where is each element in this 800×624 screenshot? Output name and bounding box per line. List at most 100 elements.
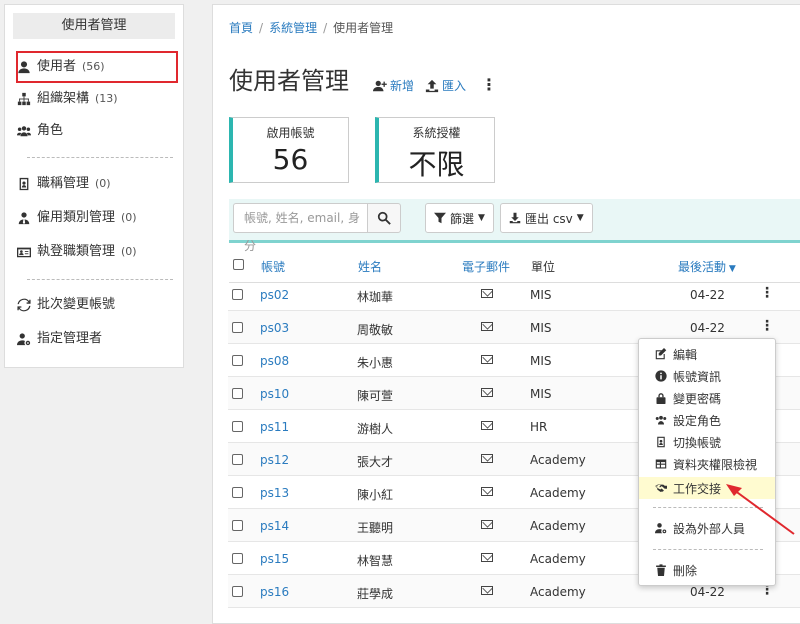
- col-last-active[interactable]: 最後活動 ▼: [678, 258, 736, 275]
- search-button[interactable]: [367, 203, 401, 233]
- row-checkbox[interactable]: [232, 454, 243, 465]
- envelope-icon[interactable]: [481, 355, 493, 364]
- export-csv-button[interactable]: 匯出 csv ▼: [500, 203, 593, 233]
- envelope-icon[interactable]: [481, 289, 493, 298]
- table-row[interactable]: ps02 林珈華 MIS 04-22 ⋮: [228, 278, 800, 311]
- table-toolbar: 帳號, 姓名, email, 身分 篩選 ▼ 匯出 csv ▼: [229, 199, 800, 253]
- user-name: 陳可萱: [357, 389, 394, 403]
- user-unit: Academy: [530, 552, 586, 566]
- sidebar-item-assign-admin[interactable]: 指定管理者: [17, 329, 102, 349]
- account-link[interactable]: ps02: [260, 288, 289, 302]
- edit-icon: [655, 348, 667, 360]
- envelope-icon[interactable]: [481, 421, 493, 430]
- sitemap-icon: [17, 92, 31, 106]
- sidebar-item-label: 批次變更帳號: [37, 297, 116, 312]
- more-options-icon[interactable]: ⋮: [481, 77, 497, 93]
- menu-set-role[interactable]: 設定角色: [639, 409, 775, 431]
- row-menu-icon[interactable]: ⋮: [760, 319, 774, 333]
- row-checkbox[interactable]: [232, 355, 243, 366]
- sidebar-item-org[interactable]: 組織架構 (13): [17, 89, 118, 109]
- handshake-icon: [655, 484, 667, 492]
- account-link[interactable]: ps12: [260, 453, 289, 467]
- breadcrumb-system[interactable]: 系統管理: [269, 21, 317, 35]
- account-link[interactable]: ps15: [260, 552, 289, 566]
- envelope-icon[interactable]: [481, 520, 493, 529]
- filter-button[interactable]: 篩選 ▼: [425, 203, 494, 233]
- envelope-icon[interactable]: [481, 586, 493, 595]
- sidebar-item-users[interactable]: 使用者 (56): [17, 57, 105, 77]
- user-unit: HR: [530, 420, 548, 434]
- row-checkbox[interactable]: [232, 289, 243, 300]
- select-all-checkbox[interactable]: [233, 259, 244, 270]
- envelope-icon[interactable]: [481, 553, 493, 562]
- active-accounts-card: 啟用帳號 56: [229, 117, 349, 183]
- sidebar: 使用者管理 使用者 (56) 組織架構 (13) 角色 職稱管理 (0) 僱用類…: [4, 4, 184, 368]
- menu-divider: [653, 507, 763, 508]
- sidebar-item-employment-type[interactable]: 僱用類別管理 (0): [17, 208, 137, 228]
- sidebar-item-count: (0): [121, 211, 137, 224]
- account-link[interactable]: ps08: [260, 354, 289, 368]
- menu-set-external[interactable]: 設為外部人員: [639, 517, 775, 539]
- account-link[interactable]: ps13: [260, 486, 289, 500]
- account-link[interactable]: ps14: [260, 519, 289, 533]
- user-unit: MIS: [530, 387, 552, 401]
- menu-work-handover[interactable]: 工作交接: [639, 477, 775, 499]
- envelope-icon[interactable]: [481, 322, 493, 331]
- add-button[interactable]: 新增: [373, 77, 414, 94]
- sidebar-item-label: 角色: [37, 123, 64, 138]
- menu-change-password[interactable]: 變更密碼: [639, 387, 775, 409]
- col-email[interactable]: 電子郵件: [462, 258, 510, 275]
- row-context-menu: 編輯 帳號資訊 變更密碼 設定角色 切換帳號 資料夾權限檢視 工作交接 設為外部…: [638, 338, 776, 586]
- row-checkbox[interactable]: [232, 553, 243, 564]
- row-checkbox[interactable]: [232, 388, 243, 399]
- users-icon: [17, 126, 31, 137]
- breadcrumb-home[interactable]: 首頁: [229, 21, 253, 35]
- add-label: 新增: [390, 79, 415, 93]
- user-name: 游樹人: [357, 422, 394, 436]
- envelope-icon[interactable]: [481, 454, 493, 463]
- sidebar-item-count: (0): [121, 245, 137, 258]
- system-license-card: 系統授權 不限: [375, 117, 495, 183]
- row-checkbox[interactable]: [232, 322, 243, 333]
- account-link[interactable]: ps11: [260, 420, 289, 434]
- account-link[interactable]: ps10: [260, 387, 289, 401]
- user-unit: MIS: [530, 288, 552, 302]
- sidebar-item-label: 僱用類別管理: [37, 210, 116, 225]
- user-cog-icon: [17, 333, 31, 346]
- id-card-icon: [17, 247, 31, 258]
- menu-switch-account[interactable]: 切換帳號: [639, 431, 775, 453]
- row-checkbox[interactable]: [232, 421, 243, 432]
- sidebar-item-roles[interactable]: 角色: [17, 121, 63, 141]
- user-name: 林智慧: [357, 554, 394, 568]
- envelope-icon[interactable]: [481, 388, 493, 397]
- user-name: 王聽明: [357, 521, 394, 535]
- sidebar-item-batch-change[interactable]: 批次變更帳號: [17, 295, 115, 315]
- sidebar-item-label: 執登職類管理: [37, 244, 116, 259]
- breadcrumb-current: 使用者管理: [333, 21, 394, 35]
- col-name[interactable]: 姓名: [358, 258, 382, 275]
- sidebar-item-license-type[interactable]: 執登職類管理 (0): [17, 242, 137, 262]
- user-unit: MIS: [530, 321, 552, 335]
- row-menu-icon[interactable]: ⋮: [760, 286, 774, 300]
- account-link[interactable]: ps16: [260, 585, 289, 599]
- user-name: 周敬敏: [357, 323, 394, 337]
- menu-delete[interactable]: 刪除: [639, 559, 775, 581]
- row-checkbox[interactable]: [232, 586, 243, 597]
- row-checkbox[interactable]: [232, 520, 243, 531]
- user-name: 林珈華: [357, 290, 394, 304]
- user-plus-icon: [373, 80, 387, 91]
- breadcrumb: 首頁 / 系統管理 / 使用者管理: [229, 21, 394, 35]
- account-link[interactable]: ps03: [260, 321, 289, 335]
- menu-edit[interactable]: 編輯: [639, 343, 775, 365]
- filter-icon: [434, 212, 446, 224]
- last-active: 04-22: [690, 288, 725, 302]
- envelope-icon[interactable]: [481, 487, 493, 496]
- col-account[interactable]: 帳號: [261, 258, 285, 275]
- menu-folder-permission[interactable]: 資料夾權限檢視: [639, 453, 775, 475]
- sidebar-divider: [27, 279, 173, 280]
- search-input[interactable]: 帳號, 姓名, email, 身分: [233, 203, 367, 253]
- menu-account-info[interactable]: 帳號資訊: [639, 365, 775, 387]
- row-checkbox[interactable]: [232, 487, 243, 498]
- sidebar-item-job-title[interactable]: 職稱管理 (0): [17, 174, 111, 194]
- import-button[interactable]: 匯入: [425, 77, 466, 94]
